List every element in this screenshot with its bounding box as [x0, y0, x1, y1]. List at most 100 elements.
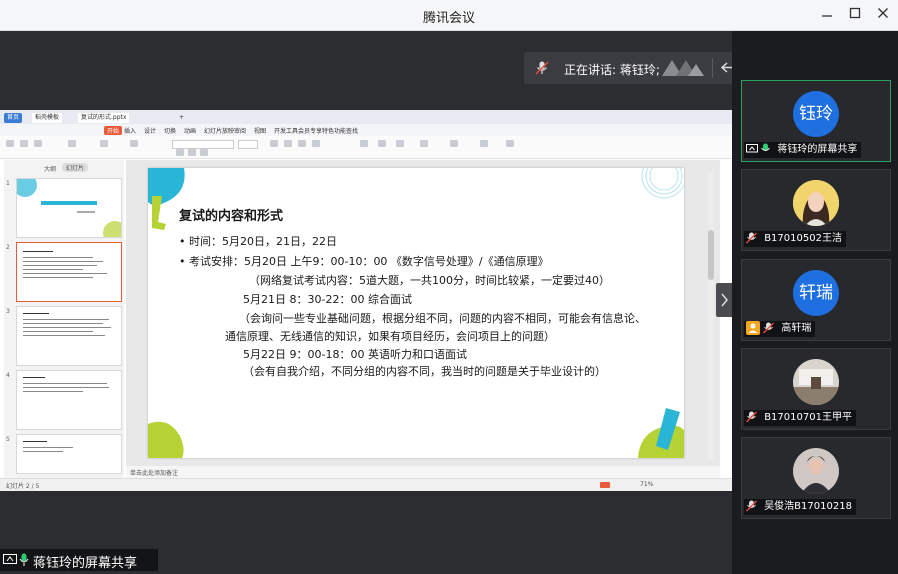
- thumb-line: [23, 447, 73, 448]
- thumb-line: [23, 377, 45, 378]
- justify-icon[interactable]: [312, 140, 320, 147]
- menu-review[interactable]: 审阅: [234, 126, 246, 135]
- avatar: [793, 180, 839, 226]
- slide-thumbnail-2[interactable]: [16, 242, 122, 302]
- slide-line-5: （会询问一些专业基础问题，根据分组不同，问题的内容不相同，可能会有信息论、: [239, 312, 646, 325]
- italic-icon[interactable]: [188, 149, 196, 156]
- wps-menu-bar: 开始 插入 设计 切换 动画 幻灯片放映 审阅 视图 开发工具 会员专享 特色功…: [0, 124, 732, 136]
- menu-insert[interactable]: 插入: [124, 126, 136, 135]
- align-center-icon[interactable]: [284, 140, 292, 147]
- slide-line-7: 5月22日 9：00-18：00 英语听力和口语面试: [243, 348, 467, 361]
- participant-name-tag: 高轩瑞: [744, 321, 816, 337]
- menu-design[interactable]: 设计: [144, 126, 156, 135]
- slide-line-6: 通信原理、无线通信的知识，如果有项目经历，会问项目上的问题）: [225, 330, 555, 343]
- underline-icon[interactable]: [200, 149, 208, 156]
- slide-thumbnail-5[interactable]: [16, 434, 122, 474]
- participant-name: 蒋钰玲的屏幕共享: [777, 144, 858, 155]
- slide-thumbnail-4[interactable]: [16, 370, 122, 430]
- align-left-icon[interactable]: [270, 140, 278, 147]
- find-icon[interactable]: [450, 140, 458, 147]
- participant-card-5[interactable]: 吴俊浩B17010218: [741, 437, 891, 519]
- play-button[interactable]: [600, 482, 610, 488]
- select-icon[interactable]: [506, 140, 514, 147]
- thumb-line: [23, 335, 105, 336]
- slides-tab[interactable]: 幻灯片: [62, 163, 89, 172]
- host-icon: [746, 321, 760, 335]
- thumb-line: [23, 313, 49, 314]
- toggle-panel-button[interactable]: [716, 283, 732, 317]
- participant-name-tag: B17010701王甲平: [744, 410, 856, 426]
- thumb-line: [23, 383, 107, 384]
- thumbnail-number: 5: [6, 436, 10, 443]
- new-tab-button[interactable]: +: [176, 113, 187, 123]
- menu-search[interactable]: 查找: [346, 126, 358, 135]
- menu-animation[interactable]: 动画: [184, 126, 196, 135]
- menu-member[interactable]: 会员专享: [298, 126, 322, 135]
- outline-tab[interactable]: 大纲: [44, 164, 56, 173]
- new-slide-icon[interactable]: [68, 140, 76, 147]
- scroll-thumb[interactable]: [708, 230, 714, 280]
- shape-icon[interactable]: [378, 140, 386, 147]
- close-button[interactable]: [872, 5, 894, 25]
- bold-icon[interactable]: [176, 149, 184, 156]
- maximize-icon: [849, 7, 861, 19]
- font-size-field[interactable]: [238, 140, 258, 149]
- participant-card-1[interactable]: 钰玲 蒋钰玲的屏幕共享: [741, 80, 891, 162]
- replace-icon[interactable]: [480, 140, 488, 147]
- reset-icon[interactable]: [130, 140, 138, 147]
- tab-home[interactable]: 首页: [4, 113, 23, 123]
- notes-pane[interactable]: 单击此处添加备注: [126, 466, 720, 478]
- screen-share-icon: [746, 144, 758, 153]
- fill-icon[interactable]: [420, 140, 428, 147]
- mic-icon: [761, 143, 771, 151]
- slide-scrollbar[interactable]: [708, 170, 714, 460]
- thumb-line: [23, 387, 109, 388]
- slide-thumbnail-3[interactable]: [16, 306, 122, 366]
- thumb-line: [23, 451, 63, 452]
- mic-icon: [19, 553, 29, 566]
- slide-counter: 幻灯片 2 / 5: [6, 483, 40, 490]
- tab-docer[interactable]: 稻壳模板: [32, 113, 63, 123]
- blurred-avatar-icon: [662, 60, 704, 76]
- thumb-line: [23, 441, 47, 442]
- slide-thumbnail-1[interactable]: [13, 173, 127, 245]
- participant-card-4[interactable]: B17010701王甲平: [741, 348, 891, 430]
- copy-icon[interactable]: [34, 140, 42, 147]
- close-icon: [878, 8, 888, 18]
- notes-placeholder: 单击此处添加备注: [130, 470, 179, 477]
- menu-view[interactable]: 视图: [254, 126, 266, 135]
- minimize-button[interactable]: [816, 5, 838, 25]
- zoom-level[interactable]: 71%: [640, 481, 653, 488]
- menu-start[interactable]: 开始: [104, 126, 123, 135]
- thumb-line: [23, 323, 103, 324]
- cut-icon[interactable]: [20, 140, 28, 147]
- screen-share-icon: [3, 554, 17, 564]
- maximize-button[interactable]: [844, 5, 866, 25]
- arrange-icon[interactable]: [396, 140, 404, 147]
- avatar: 钰玲: [793, 91, 839, 137]
- avatar: 轩瑞: [793, 270, 839, 316]
- slide-line-1: • 时间：5月20日，21日，22日: [179, 235, 337, 248]
- menu-transition[interactable]: 切换: [164, 126, 176, 135]
- avatar: [793, 359, 839, 405]
- participant-card-3[interactable]: 轩瑞 高轩瑞: [741, 259, 891, 341]
- participant-name-tag: 吴俊浩B17010218: [744, 499, 856, 515]
- avatar-photo: [793, 180, 839, 226]
- align-right-icon[interactable]: [298, 140, 306, 147]
- participant-card-2[interactable]: B17010502王洁: [741, 169, 891, 251]
- mic-muted-icon: [746, 232, 757, 244]
- font-name-field[interactable]: [172, 140, 234, 149]
- menu-features[interactable]: 特色功能: [322, 126, 346, 135]
- menu-slideshow[interactable]: 幻灯片放映: [204, 126, 234, 135]
- thumbnail-number: 3: [6, 308, 10, 315]
- menu-developer[interactable]: 开发工具: [274, 126, 298, 135]
- textbox-icon[interactable]: [360, 140, 368, 147]
- screen-share-label: 蒋钰玲的屏幕共享: [0, 549, 158, 571]
- slide-line-4: 5月21日 8：30-22：00 综合面试: [243, 293, 412, 306]
- tab-document[interactable]: 复试的形式.pptx: [78, 113, 130, 123]
- slide-title: 复试的内容和形式: [179, 209, 284, 224]
- slide-line-3: （网络复试考试内容：5道大题，一共100分，时间比较紧，一定要过40）: [249, 274, 610, 287]
- paste-icon[interactable]: [6, 140, 14, 147]
- thumb-line: [23, 331, 93, 332]
- layout-icon[interactable]: [100, 140, 108, 147]
